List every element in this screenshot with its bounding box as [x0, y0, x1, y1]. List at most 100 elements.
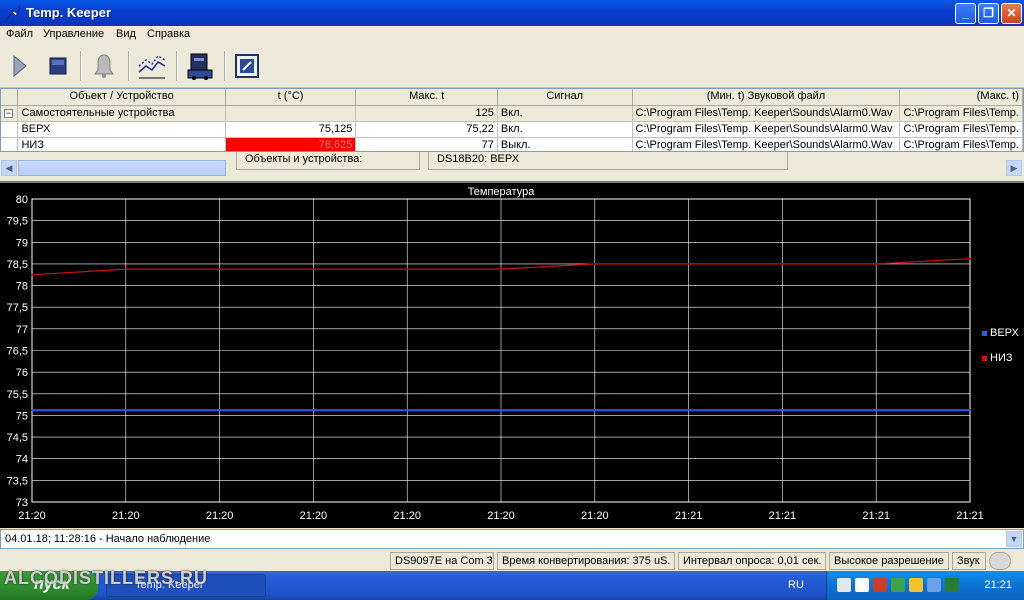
- row-signal: Вкл.: [497, 121, 633, 138]
- row-file-min: C:\Program Files\Temp. Keeper\Sounds\Ala…: [632, 137, 901, 151]
- menu-help[interactable]: Справка: [147, 28, 190, 40]
- temperature-chart: Температура 80 79,5 79 78,5 78 77,5 77 76,5 76 75,…: [0, 181, 1024, 528]
- x-tick-label: 21:20: [18, 510, 46, 522]
- header-object[interactable]: Объект / Устройство: [17, 89, 226, 106]
- row-indent: [1, 137, 19, 151]
- legend-marker: [982, 331, 987, 336]
- chart-svg: Температура 80 79,5 79 78,5 78 77,5 77 76,5 76 75,…: [7, 186, 1020, 522]
- data-point: [31, 273, 33, 276]
- row-max: 75,22: [355, 121, 498, 138]
- tray-volume-icon[interactable]: [927, 578, 941, 592]
- data-point: [31, 409, 33, 412]
- x-tick-label: 21:21: [675, 510, 703, 522]
- tray-update-icon[interactable]: [891, 578, 905, 592]
- y-tick-label: 77,5: [7, 302, 28, 314]
- device-icon[interactable]: [184, 50, 216, 82]
- header-signal[interactable]: Сигнал: [497, 89, 633, 106]
- header-sound-max[interactable]: (Макс. t): [899, 89, 1023, 106]
- status-conversion: Время конвертирования: 375 uS.: [497, 552, 675, 570]
- window-title: Temp. Keeper: [26, 5, 112, 20]
- y-tick-label: 78: [16, 281, 28, 293]
- menu-view[interactable]: Вид: [116, 28, 136, 40]
- data-point: [406, 409, 409, 412]
- row-signal: Выкл.: [497, 137, 633, 151]
- close-button[interactable]: ✕: [1001, 3, 1022, 24]
- grid-scrollbar[interactable]: ◀ Объекты и устройства: DS18B20: ВЕРХ ▶: [0, 152, 1024, 177]
- device-label: DS18B20: ВЕРХ: [428, 152, 788, 170]
- x-tick-label: 21:20: [206, 510, 234, 522]
- y-tick-label: 75: [16, 410, 28, 422]
- data-point: [594, 263, 596, 265]
- scroll-thumb[interactable]: [18, 160, 226, 176]
- menu-file[interactable]: Файл: [6, 28, 33, 40]
- group-temp: [225, 105, 357, 122]
- play-icon[interactable]: [4, 50, 36, 82]
- toolbar-separator: [176, 51, 178, 81]
- header-sound-min[interactable]: (Мин. t) Звуковой файл: [632, 89, 901, 106]
- x-tick-label: 21:21: [862, 510, 890, 522]
- group-file-max: C:\Program Files\Temp.: [899, 105, 1023, 122]
- y-tick-label: 74: [16, 454, 28, 466]
- stop-icon[interactable]: [42, 50, 74, 82]
- data-point: [781, 263, 784, 265]
- title-bar[interactable]: Temp. Keeper _ ❐ ✕: [0, 0, 1024, 26]
- table-row-group[interactable]: − Самостоятельные устройства 125 Вкл. C:…: [1, 105, 1023, 122]
- tray-network-icon[interactable]: [855, 578, 869, 592]
- row-indent: [1, 121, 19, 138]
- device-grid: Объект / Устройство t (°C) Макс. t Сигна…: [0, 88, 1024, 152]
- maximize-button[interactable]: ❐: [978, 3, 999, 24]
- tray-app-icon[interactable]: [837, 578, 851, 592]
- x-tick-label: 21:20: [112, 510, 140, 522]
- row-file-max: C:\Program Files\Temp.: [899, 121, 1023, 138]
- y-tick-label: 80: [16, 194, 28, 206]
- row-name: ВЕРХ: [17, 121, 226, 138]
- x-tick-label: 21:20: [487, 510, 515, 522]
- header-corner: [1, 89, 19, 106]
- settings-icon[interactable]: [231, 50, 263, 82]
- status-sound: Звук: [952, 552, 986, 570]
- data-point: [781, 409, 784, 412]
- x-tick-label: 21:21: [769, 510, 797, 522]
- log-dropdown[interactable]: 04.01.18; 11:28:16 - Начало наблюдение ▼: [0, 529, 1024, 549]
- data-point: [500, 409, 502, 412]
- scroll-left-icon[interactable]: ◀: [1, 160, 17, 176]
- group-label: Самостоятельные устройства: [17, 105, 226, 122]
- header-temp[interactable]: t (°C): [225, 89, 357, 106]
- data-point: [312, 268, 315, 270]
- y-tick-label: 77: [16, 324, 28, 336]
- toolbar-separator: [224, 51, 226, 81]
- status-port: DS9097E на Com 3: [390, 552, 494, 570]
- watermark: ALCODISTILLERS.RU: [4, 568, 208, 588]
- dropdown-arrow-icon[interactable]: ▼: [1006, 531, 1022, 547]
- data-point: [594, 409, 596, 412]
- chart-icon[interactable]: [136, 50, 168, 82]
- tray-monitor-icon[interactable]: [945, 578, 959, 592]
- table-row[interactable]: ВЕРХ 75,125 75,22 Вкл. C:\Program Files\…: [1, 121, 1023, 138]
- tray-security-icon[interactable]: [909, 578, 923, 592]
- x-tick-label: 21:20: [393, 510, 421, 522]
- data-point: [218, 409, 221, 412]
- data-point: [875, 263, 877, 265]
- minimize-button[interactable]: _: [955, 3, 976, 24]
- y-tick-label: 74,5: [7, 432, 28, 444]
- table-row[interactable]: НИЗ 78,625 77 Выкл. C:\Program Files\Tem…: [1, 137, 1023, 151]
- sound-indicator-icon[interactable]: [989, 552, 1011, 570]
- device-table: Объект / Устройство t (°C) Макс. t Сигна…: [1, 89, 1023, 151]
- system-tray: 21:21: [826, 571, 1024, 600]
- expander-cell[interactable]: −: [1, 105, 19, 122]
- language-indicator[interactable]: RU: [788, 579, 804, 591]
- data-point: [969, 257, 971, 260]
- table-header: Объект / Устройство t (°C) Макс. t Сигна…: [1, 89, 1023, 106]
- y-tick-label: 73,5: [7, 475, 28, 487]
- tray-antivirus-icon[interactable]: [873, 578, 887, 592]
- chart-title: Температура: [468, 186, 536, 198]
- scroll-right-icon[interactable]: ▶: [1006, 160, 1022, 176]
- data-point: [687, 409, 690, 412]
- data-point: [312, 409, 315, 412]
- collapse-icon[interactable]: −: [4, 108, 13, 118]
- legend-label: НИЗ: [990, 352, 1013, 364]
- menu-control[interactable]: Управление: [43, 28, 104, 40]
- bell-icon[interactable]: [88, 50, 120, 82]
- header-max[interactable]: Макс. t: [355, 89, 498, 106]
- legend-label: ВЕРХ: [990, 327, 1020, 339]
